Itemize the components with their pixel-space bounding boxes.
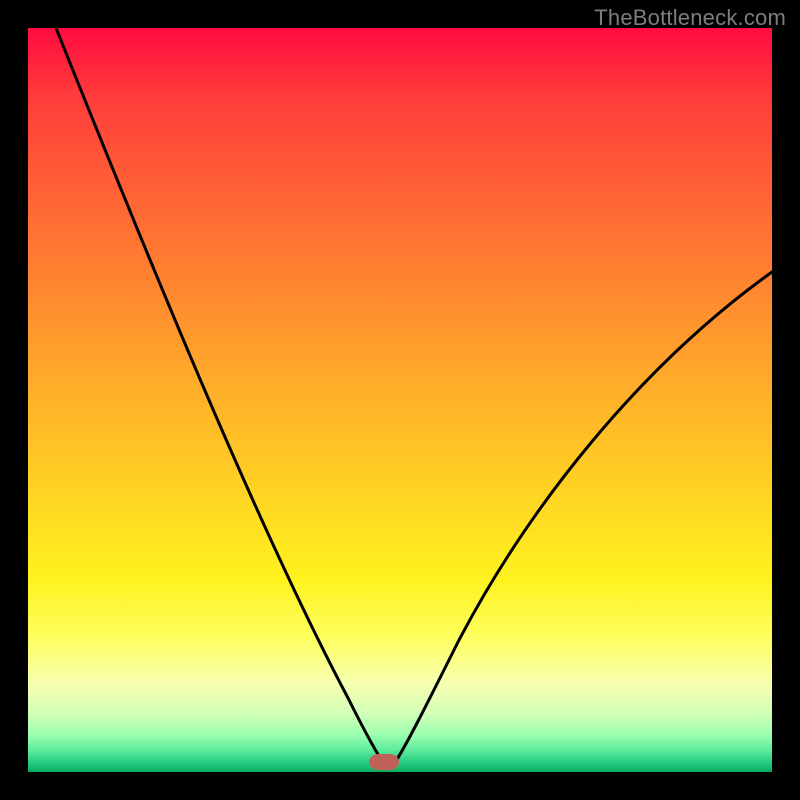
bottleneck-curve — [28, 28, 772, 772]
chart-frame: TheBottleneck.com — [0, 0, 800, 800]
optimal-marker — [369, 754, 399, 770]
watermark-text: TheBottleneck.com — [594, 5, 786, 31]
plot-area — [28, 28, 772, 772]
